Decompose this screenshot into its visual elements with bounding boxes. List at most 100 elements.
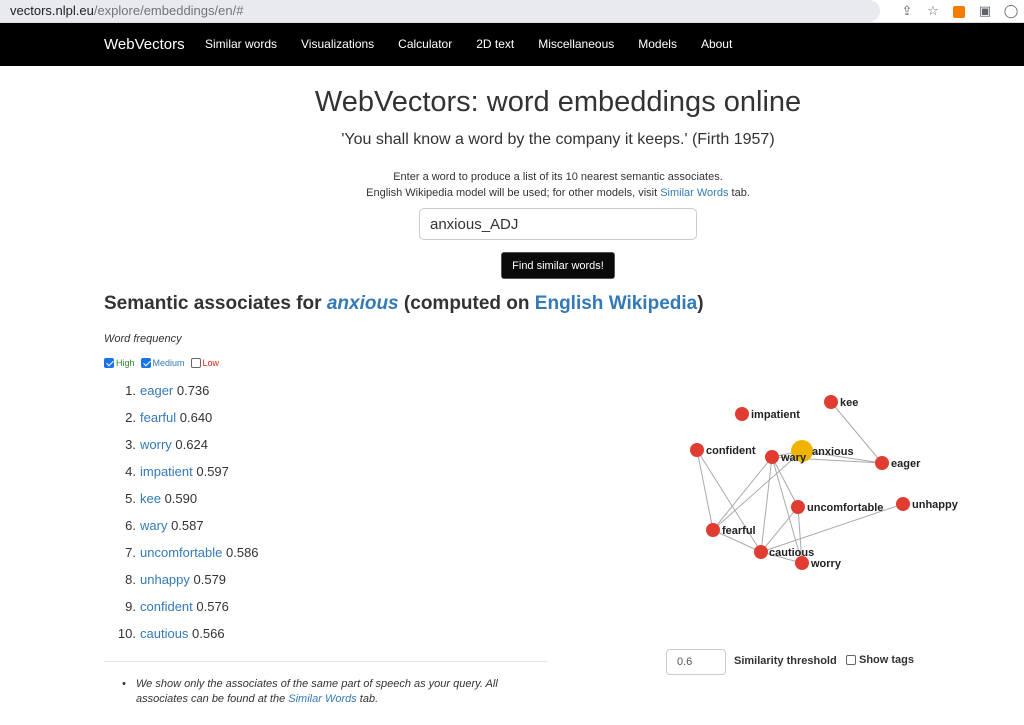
list-item: 5. kee 0.590 [110,488,259,515]
associate-score: 0.566 [188,626,225,641]
nav-link-visualizations[interactable]: Visualizations [301,23,374,66]
list-item: 9. confident 0.576 [110,596,259,623]
graph-node-uncomfortable[interactable] [791,500,805,514]
associate-score: 0.576 [192,599,229,614]
list-item: 3. worry 0.624 [110,434,259,461]
graph-node-kee[interactable] [824,395,838,409]
associate-word-link[interactable]: confident [140,596,193,623]
associate-word-link[interactable]: uncomfortable [140,542,222,569]
graph-node-eager[interactable] [875,456,889,470]
word-frequency-label: Word frequency [104,333,182,345]
associate-word-link[interactable]: kee [140,488,161,515]
intro-line-2-text: English Wikipedia model will be used; fo… [366,187,661,199]
associate-score: 0.587 [167,518,204,533]
graph-node-label-wary: wary [780,452,807,464]
list-item: 4. impatient 0.597 [110,461,259,488]
associate-word-link[interactable]: unhappy [140,569,190,596]
brand-link[interactable]: WebVectors [104,23,185,66]
graph-node-wary[interactable] [765,450,779,464]
list-item-number: 4. [125,464,136,479]
graph-edge [771,456,799,508]
graph-node-label-fearful: fearful [722,525,756,537]
show-tags-checkbox[interactable] [846,655,856,665]
associate-word-link[interactable]: fearful [140,407,176,434]
find-similar-words-button[interactable]: Find similar words! [501,252,615,279]
associate-score: 0.624 [171,437,208,452]
bookmark-star-icon[interactable]: ☆ [920,3,946,19]
note-similar-words-link[interactable]: Similar Words [288,693,356,705]
frequency-label-high: High [116,358,135,368]
list-item-number: 5. [125,491,136,506]
page-title: WebVectors: word embeddings online [314,86,802,118]
intro-line-1: Enter a word to produce a list of its 10… [393,171,723,183]
intro-line-2-end: tab. [728,187,750,199]
frequency-label-low: Low [202,358,220,368]
associate-score: 0.640 [176,410,213,425]
model-link[interactable]: English Wikipedia [535,293,697,314]
frequency-checkbox-medium[interactable] [140,358,151,368]
show-tags-toggle[interactable]: Show tags [846,654,914,666]
list-item-number: 2. [125,410,136,425]
graph-node-fearful[interactable] [706,523,720,537]
list-item: 7. uncomfortable 0.586 [110,542,258,569]
associates-list: 1. eager 0.736 2. fearful 0.640 3. worry 0.62… [110,380,259,650]
url-bar[interactable]: vectors.nlpl.eu/explore/embeddings/en/# [0,0,880,22]
frequency-filter-medium[interactable]: Medium [140,358,185,368]
associate-score: 0.579 [189,572,227,587]
divider [104,661,547,662]
graph-node-label-anxious: anxious [812,446,854,458]
extension-icon[interactable]: ▣ [972,3,998,19]
graph-node-label-kee: kee [840,397,858,409]
associate-score: 0.597 [192,464,229,479]
query-word-link[interactable]: anxious [327,293,399,314]
frequency-checkbox-low[interactable] [190,358,201,368]
list-item: 6. wary 0.587 [110,515,259,542]
semantic-graph[interactable]: anxious impatient kee confident wary eager unc… [660,380,990,590]
graph-node-cautious[interactable] [754,545,768,559]
show-tags-label: Show tags [859,654,915,666]
graph-node-unhappy[interactable] [896,497,910,511]
frequency-filter-high[interactable]: High [104,358,135,368]
note-bullet: • [122,678,126,690]
associate-word-link[interactable]: eager [140,380,173,407]
share-icon[interactable]: ⇪ [894,3,920,19]
note-text: We show only the associates of the same … [122,677,522,707]
graph-node-label-uncomfortable: uncomfortable [807,502,883,514]
extension-circle-icon[interactable]: ◯ [998,3,1024,19]
intro-text: Enter a word to produce a list of its 10… [0,169,1024,201]
rss-extension-icon[interactable] [946,4,972,19]
word-query-input[interactable] [419,208,697,240]
graph-node-label-cautious: cautious [769,547,814,559]
url-host: vectors.nlpl.eu [10,3,94,18]
results-heading-prefix: Semantic associates for [104,293,327,314]
nav-link-about[interactable]: About [701,23,732,66]
associate-word-link[interactable]: worry [140,434,172,461]
associate-word-link[interactable]: cautious [140,623,188,650]
frequency-filter-low[interactable]: Low [190,358,220,368]
frequency-filters: High Medium Low [104,358,225,368]
nav-link-2d-text[interactable]: 2D text [476,23,514,66]
graph-node-impatient[interactable] [735,407,749,421]
list-item: 1. eager 0.736 [110,380,259,407]
frequency-checkbox-high[interactable] [104,358,114,368]
similarity-threshold-input[interactable] [666,649,726,675]
similar-words-link[interactable]: Similar Words [660,187,728,199]
graph-node-worry[interactable] [795,556,809,570]
results-heading: Semantic associates for anxious (compute… [104,293,704,315]
nav-link-calculator[interactable]: Calculator [398,23,452,66]
similarity-threshold-label: Similarity threshold [734,655,837,667]
info-note: • We show only the associates of the sam… [122,677,522,707]
nav-link-miscellaneous[interactable]: Miscellaneous [538,23,614,66]
associate-word-link[interactable]: impatient [140,461,193,488]
graph-node-label-confident: confident [706,445,756,457]
url-path: /explore/embeddings/en/# [93,3,244,18]
nav-link-similar-words[interactable]: Similar words [205,23,277,66]
graph-node-label-impatient: impatient [751,409,800,421]
results-heading-mid: (computed on [398,293,535,314]
graph-node-confident[interactable] [690,443,704,457]
graph-node-label-eager: eager [891,458,921,470]
list-item: 10. cautious 0.566 [110,623,259,650]
graph-node-label-worry: worry [810,558,842,570]
nav-link-models[interactable]: Models [638,23,677,66]
associate-word-link[interactable]: wary [140,515,167,542]
